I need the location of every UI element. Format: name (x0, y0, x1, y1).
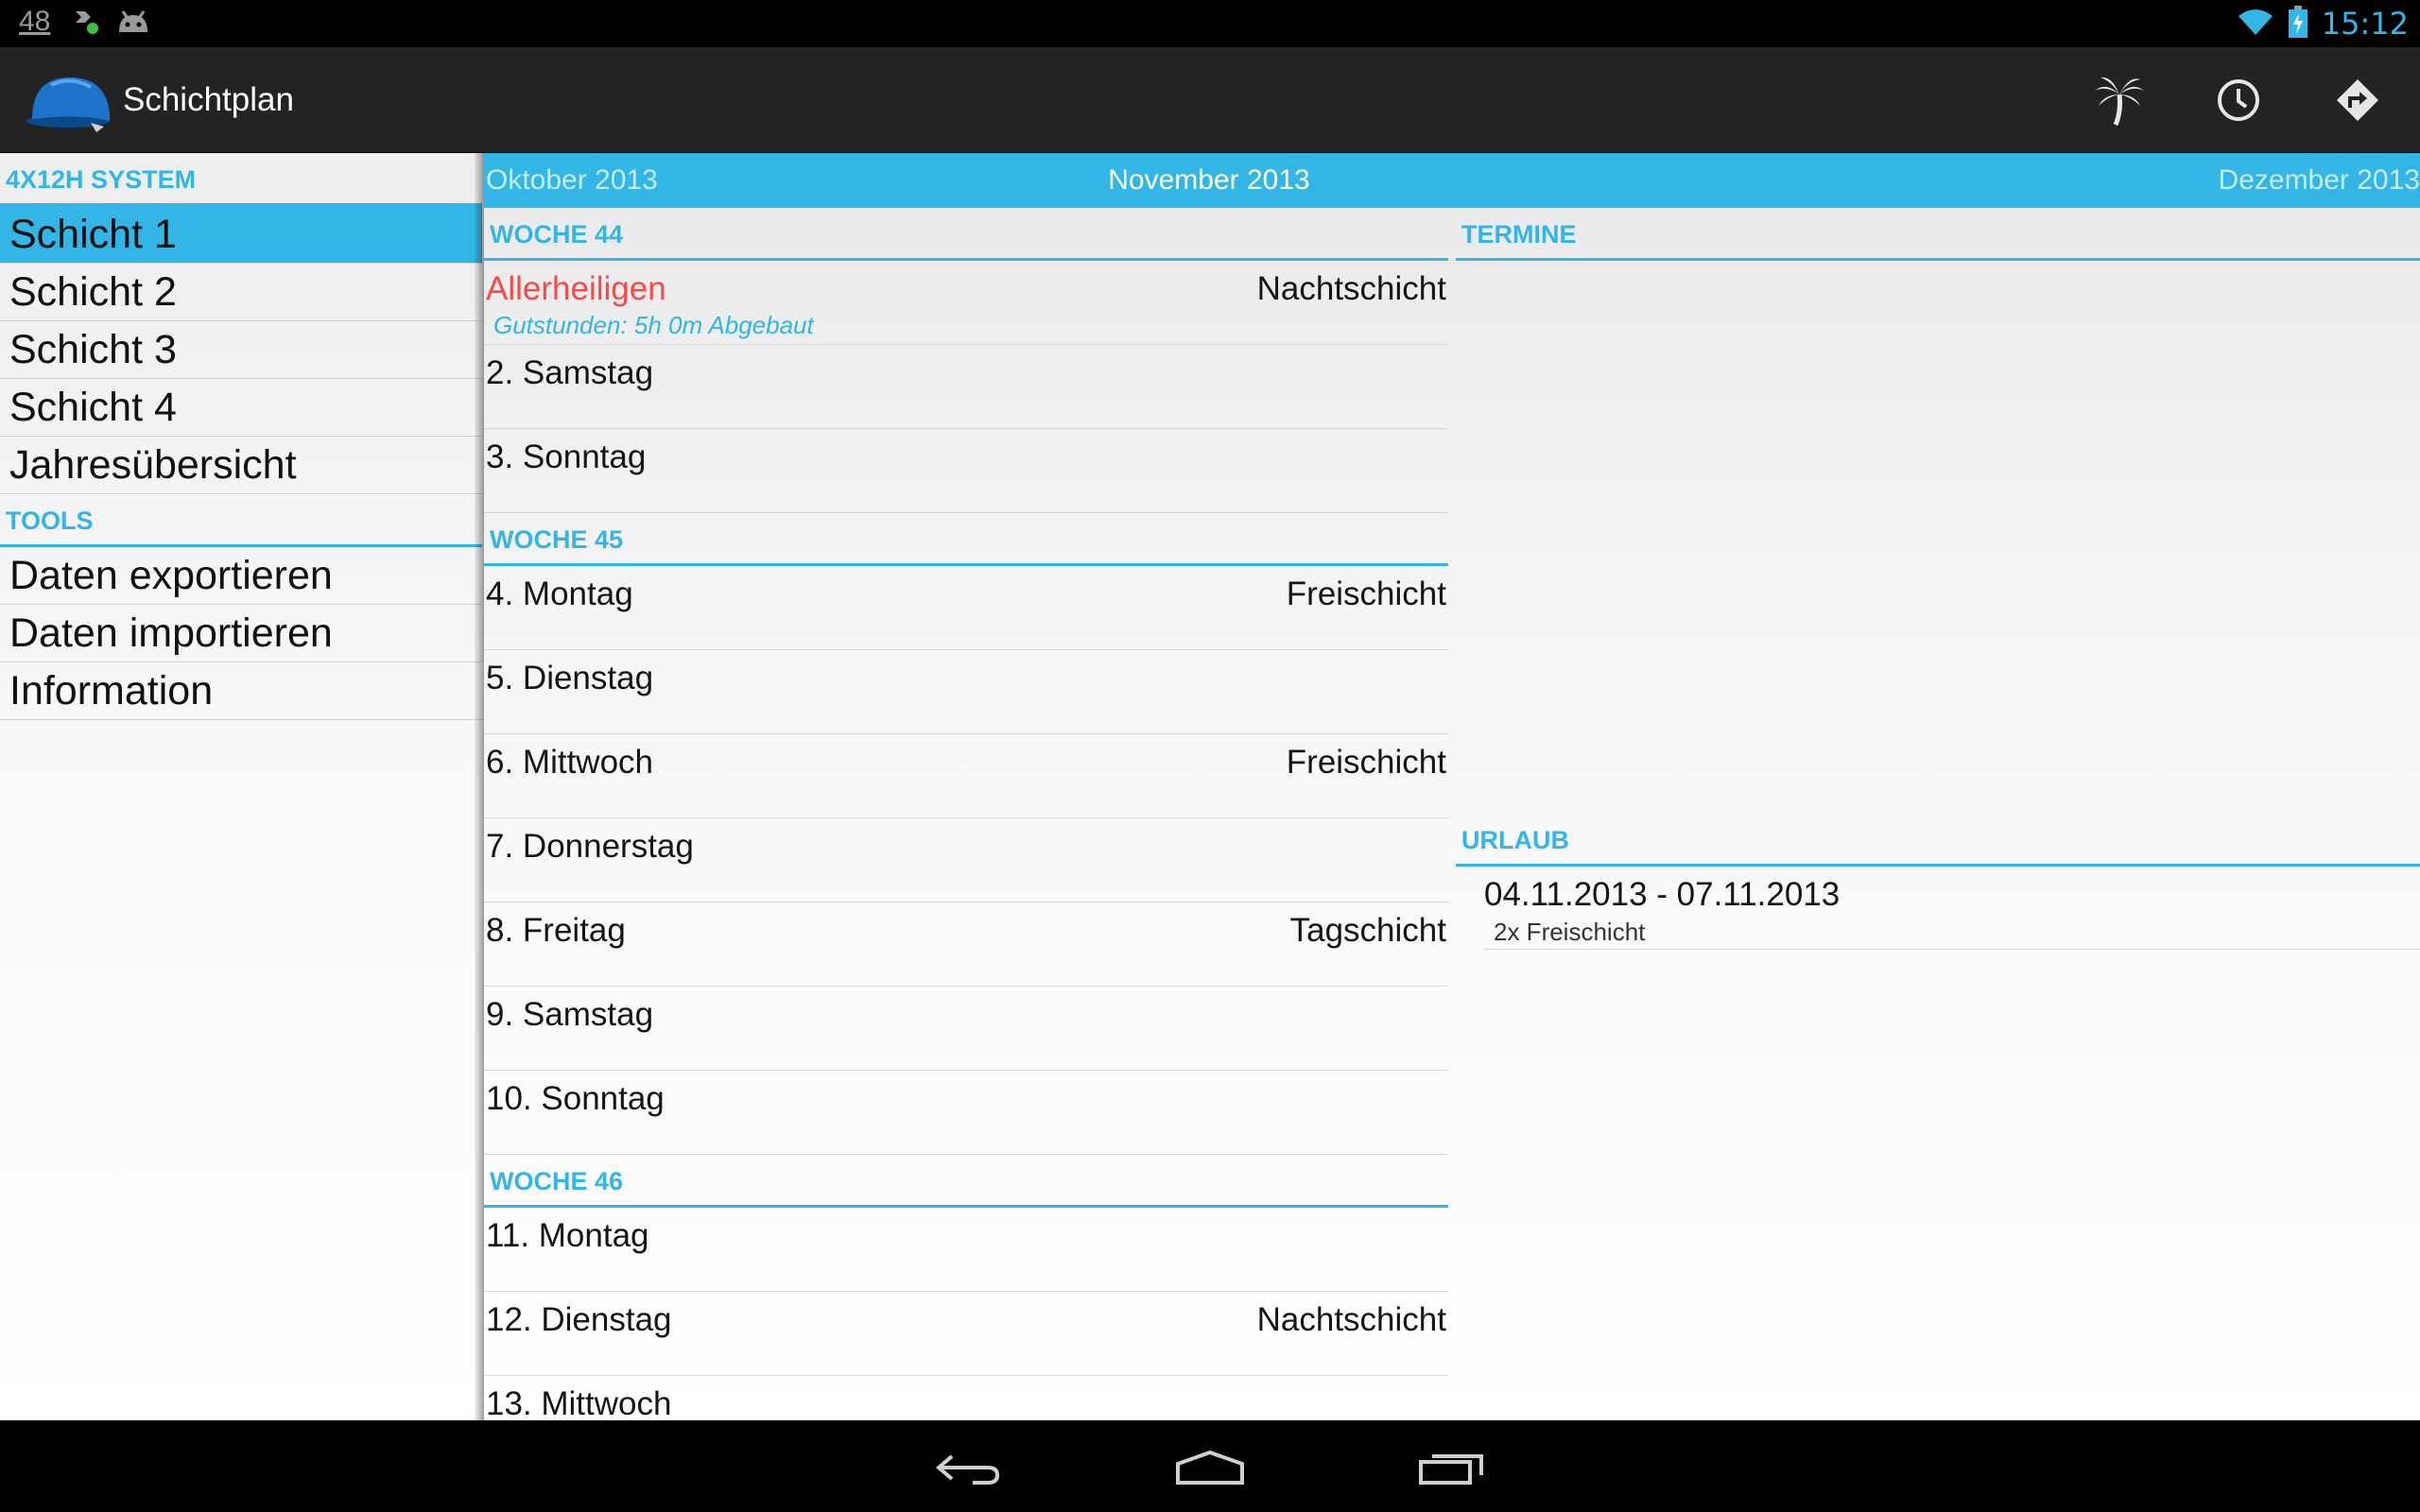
day-name: 6. Mittwoch (486, 744, 653, 781)
day-name: 12. Dienstag (486, 1301, 672, 1338)
urlaub-header: URLAUB (1456, 814, 2420, 867)
status-bar: 48 15:12 (0, 0, 2420, 47)
day-row[interactable]: 5. Dienstag (484, 650, 1448, 734)
month-current-tab: November 2013 (1108, 164, 1310, 196)
blue-cap-logo[interactable] (23, 66, 113, 134)
day-shift: Nachtschicht (1256, 1301, 1446, 1338)
urlaub-detail: 2x Freischicht (1494, 918, 1646, 946)
directions-icon[interactable] (2322, 64, 2394, 136)
clock-time: 15:12 (2321, 6, 2409, 42)
day-list: WOCHE 44 Allerheiligen Nachtschicht Guts… (484, 208, 1448, 1420)
day-row[interactable]: 7. Donnerstag (484, 818, 1448, 902)
day-shift: Freischicht (1286, 744, 1446, 781)
battery-charging-icon (2288, 5, 2308, 43)
week-header: WOCHE 46 (484, 1155, 1448, 1208)
home-icon[interactable] (1158, 1437, 1262, 1498)
day-name: 13. Mittwoch (486, 1385, 672, 1420)
sidebar-item-schicht-4[interactable]: Schicht 4 (0, 379, 482, 437)
day-name: 3. Sonntag (486, 438, 647, 475)
day-name: 10. Sonntag (486, 1080, 665, 1117)
day-note: Gutstunden: 5h 0m Abgebaut (493, 311, 814, 339)
section-header-tools: TOOLS (0, 494, 482, 547)
day-name: 5. Dienstag (486, 660, 654, 696)
day-row[interactable]: 6. Mittwoch Freischicht (484, 734, 1448, 818)
day-name: 8. Freitag (486, 912, 626, 949)
action-bar: Schichtplan (0, 47, 2420, 153)
sidebar-item-schicht-1[interactable]: Schicht 1 (0, 206, 482, 264)
system-navigation-bar (0, 1420, 2420, 1512)
recent-apps-icon[interactable] (1401, 1437, 1505, 1498)
day-name: 7. Donnerstag (486, 828, 694, 865)
back-icon[interactable] (917, 1437, 1021, 1498)
day-shift: Nachtschicht (1256, 270, 1446, 307)
day-name: 4. Montag (486, 576, 633, 612)
day-name: 2. Samstag (486, 354, 654, 391)
week-header: WOCHE 45 (484, 513, 1448, 566)
day-row[interactable]: Allerheiligen Nachtschicht Gutstunden: 5… (484, 261, 1448, 345)
month-pager[interactable]: Oktober 2013 November 2013 Dezember 2013 (484, 153, 2420, 208)
day-row[interactable]: 13. Mittwoch (484, 1376, 1448, 1420)
download-notification-icon (70, 8, 102, 43)
day-name: Allerheiligen (486, 270, 666, 307)
month-next-tab[interactable]: Dezember 2013 (2219, 153, 2420, 208)
sidebar-item-daten-exportieren[interactable]: Daten exportieren (0, 547, 482, 605)
day-name: 9. Samstag (486, 996, 654, 1033)
urlaub-range: 04.11.2013 - 07.11.2013 (1484, 876, 1841, 913)
content-area: 4X12H SYSTEM Schicht 1 Schicht 2 Schicht… (0, 153, 2420, 1420)
sidebar-item-information[interactable]: Information (0, 662, 482, 720)
day-row[interactable]: 4. Montag Freischicht (484, 566, 1448, 650)
wifi-icon (2237, 7, 2274, 42)
sidebar-item-schicht-3[interactable]: Schicht 3 (0, 321, 482, 379)
termine-header: TERMINE (1456, 208, 2420, 261)
app-title: Schichtplan (123, 81, 294, 118)
palm-tree-icon[interactable] (2083, 64, 2155, 136)
section-header-system: 4X12H SYSTEM (0, 153, 482, 206)
sidebar-item-schicht-2[interactable]: Schicht 2 (0, 264, 482, 321)
drawer-shadow (475, 153, 484, 1420)
week-header: WOCHE 44 (484, 208, 1448, 261)
day-shift: Tagschicht (1289, 912, 1446, 949)
urlaub-entry[interactable]: 04.11.2013 - 07.11.2013 2x Freischicht (1484, 867, 2420, 950)
day-shift: Freischicht (1286, 576, 1446, 612)
day-row[interactable]: 10. Sonntag (484, 1071, 1448, 1155)
day-row[interactable]: 2. Samstag (484, 345, 1448, 429)
android-icon (115, 8, 151, 43)
details-panel: TERMINE URLAUB 04.11.2013 - 07.11.2013 2… (1456, 208, 2420, 950)
termine-list (1456, 261, 2420, 814)
sidebar-item-daten-importieren[interactable]: Daten importieren (0, 605, 482, 662)
day-name: 11. Montag (486, 1217, 649, 1254)
navigation-drawer: 4X12H SYSTEM Schicht 1 Schicht 2 Schicht… (0, 153, 482, 1420)
day-row[interactable]: 11. Montag (484, 1208, 1448, 1292)
notification-count: 48 (19, 6, 51, 37)
day-row[interactable]: 12. Dienstag Nachtschicht (484, 1292, 1448, 1376)
day-row[interactable]: 9. Samstag (484, 987, 1448, 1071)
day-row[interactable]: 3. Sonntag (484, 429, 1448, 513)
clock-icon[interactable] (2203, 64, 2274, 136)
sidebar-item-jahresuebersicht[interactable]: Jahresübersicht (0, 437, 482, 494)
day-row[interactable]: 8. Freitag Tagschicht (484, 902, 1448, 987)
